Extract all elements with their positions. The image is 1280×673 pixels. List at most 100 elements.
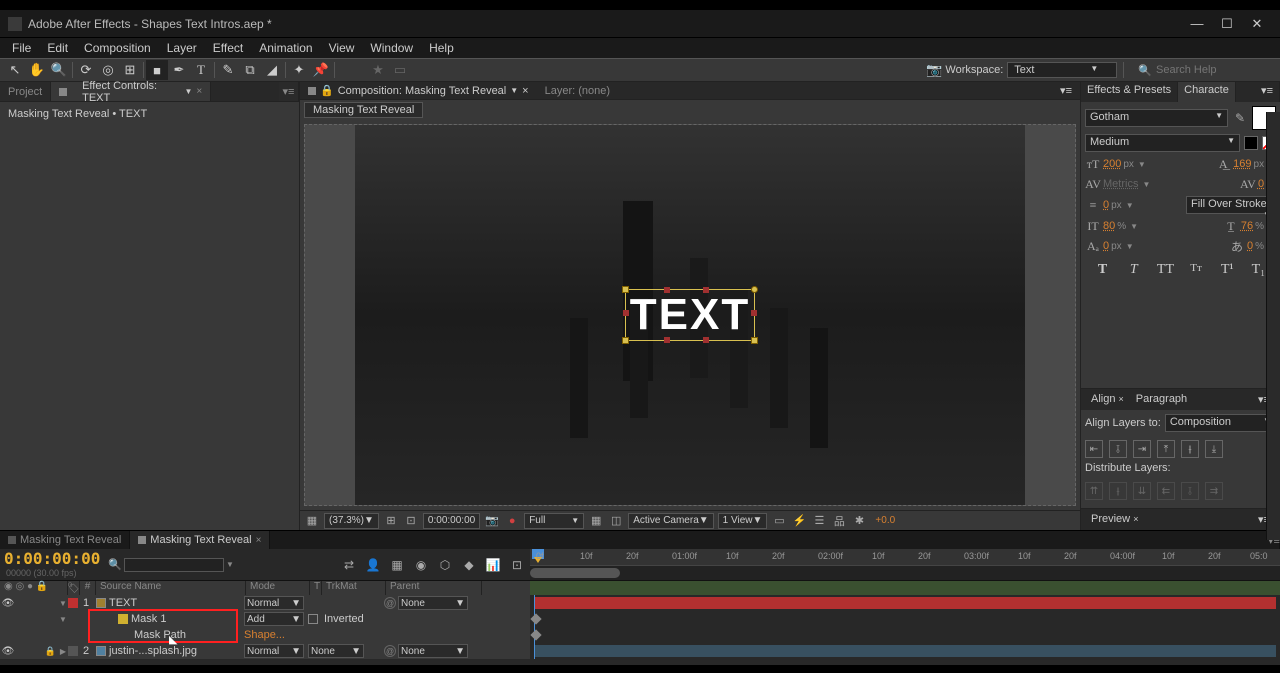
- trkmat-select[interactable]: None▼: [308, 644, 364, 658]
- close-button[interactable]: ✕: [1242, 14, 1272, 34]
- time-navigator[interactable]: [530, 565, 1280, 579]
- roto-tool-icon[interactable]: ✦: [288, 60, 310, 80]
- baseline-value[interactable]: 0: [1103, 240, 1109, 252]
- mask-mode-select[interactable]: Add▼: [244, 612, 304, 626]
- composition-tab[interactable]: 🔒 Composition: Masking Text Reveal ▼ ×: [300, 82, 537, 99]
- close-tab-icon[interactable]: ×: [522, 85, 528, 97]
- menu-composition[interactable]: Composition: [76, 39, 159, 57]
- stroke-width-value[interactable]: 0: [1103, 199, 1109, 211]
- align-vcenter-icon[interactable]: ⫲: [1181, 440, 1199, 458]
- font-family-select[interactable]: Gotham▼: [1085, 109, 1228, 127]
- menu-help[interactable]: Help: [421, 39, 462, 57]
- view-select[interactable]: 1 View ▼: [718, 513, 768, 529]
- menu-view[interactable]: View: [321, 39, 363, 57]
- resolution-select[interactable]: Full▼: [524, 513, 584, 529]
- project-tab[interactable]: Project: [0, 82, 51, 101]
- smallcaps-button[interactable]: Tᴛ: [1188, 262, 1204, 278]
- keyframe-icon[interactable]: [530, 629, 541, 640]
- menu-effect[interactable]: Effect: [205, 39, 251, 57]
- video-switch-icon[interactable]: 👁: [2, 645, 14, 657]
- superscript-button[interactable]: T¹: [1219, 262, 1235, 278]
- left-panel-scrollbar[interactable]: [1266, 112, 1280, 540]
- align-to-select[interactable]: Composition▼: [1165, 414, 1276, 432]
- search-input[interactable]: [1156, 64, 1276, 76]
- always-preview-icon[interactable]: ▦: [304, 513, 320, 529]
- panel-menu-icon[interactable]: ▾≡: [279, 82, 299, 101]
- layer-label[interactable]: [68, 646, 78, 656]
- twirl-icon[interactable]: ▼: [58, 615, 68, 624]
- pickwhip-icon[interactable]: @: [384, 597, 396, 609]
- inverted-checkbox[interactable]: [308, 614, 318, 624]
- composition-viewer[interactable]: TEXT: [304, 124, 1076, 506]
- time-ruler[interactable]: 0f 10f 20f 01:00f 10f 20f 02:00f 10f 20f…: [530, 549, 1280, 565]
- effect-controls-tab[interactable]: Effect Controls: TEXT ▼ ×: [51, 82, 211, 101]
- layer-duration-bar[interactable]: [534, 645, 1276, 657]
- pixel-aspect-icon[interactable]: ▭: [771, 513, 787, 529]
- selection-tool-icon[interactable]: ↖: [4, 60, 26, 80]
- auto-keyframe-icon[interactable]: ◆: [460, 556, 478, 574]
- effects-presets-tab[interactable]: Effects & Presets: [1081, 82, 1178, 102]
- graph-editor-icon[interactable]: 📊: [484, 556, 502, 574]
- star-icon[interactable]: ★: [367, 60, 389, 80]
- vscale-value[interactable]: 80: [1103, 220, 1115, 232]
- layer-label[interactable]: [68, 598, 78, 608]
- align-left-icon[interactable]: ⇤: [1085, 440, 1103, 458]
- align-hcenter-icon[interactable]: ⫱: [1109, 440, 1127, 458]
- trkmat-column[interactable]: TrkMat: [322, 581, 386, 595]
- camera-select[interactable]: Active Camera ▼: [628, 513, 713, 529]
- align-right-icon[interactable]: ⇥: [1133, 440, 1151, 458]
- twirl-icon[interactable]: ▼: [58, 599, 68, 608]
- source-name-column[interactable]: Source Name: [96, 581, 246, 595]
- kerning-value[interactable]: Metrics: [1103, 178, 1138, 190]
- bold-button[interactable]: T: [1095, 262, 1111, 278]
- align-tab[interactable]: Align ×: [1085, 391, 1130, 408]
- panel-menu-icon[interactable]: ▾≡: [1052, 82, 1080, 99]
- comp-button-icon[interactable]: ⇄: [340, 556, 358, 574]
- tracking-value[interactable]: 0: [1258, 178, 1264, 190]
- align-top-icon[interactable]: ⤒: [1157, 440, 1175, 458]
- italic-button[interactable]: T: [1126, 262, 1142, 278]
- twirl-icon[interactable]: ▶: [58, 647, 68, 656]
- layer-tab[interactable]: Layer: (none): [537, 83, 618, 99]
- zoom-level[interactable]: (37.3%) ▼: [324, 513, 379, 529]
- layer-duration-bar[interactable]: [534, 597, 1276, 609]
- hand-tool-icon[interactable]: ✋: [26, 60, 48, 80]
- timeline-search[interactable]: 🔍 ▼: [108, 558, 234, 572]
- stroke-color-swatch[interactable]: [1244, 136, 1258, 150]
- text-layer-bounds[interactable]: TEXT: [625, 289, 755, 341]
- transparency-grid-icon[interactable]: ▦: [588, 513, 604, 529]
- shape-value-link[interactable]: Shape...: [244, 629, 285, 641]
- blend-mode-select[interactable]: Normal▼: [244, 596, 304, 610]
- roi-icon[interactable]: ⊡: [403, 513, 419, 529]
- font-size-value[interactable]: 200: [1103, 158, 1121, 170]
- leading-value[interactable]: 169: [1233, 158, 1251, 170]
- shy-icon[interactable]: 👤: [364, 556, 382, 574]
- eraser-tool-icon[interactable]: ◢: [261, 60, 283, 80]
- reset-exposure-icon[interactable]: ✱: [851, 513, 867, 529]
- exposure-value[interactable]: +0.0: [871, 513, 899, 529]
- tsume-value[interactable]: 0: [1247, 240, 1253, 252]
- blend-mode-select[interactable]: Normal▼: [244, 644, 304, 658]
- brainstorm-icon[interactable]: ⬡: [436, 556, 454, 574]
- puppet-tool-icon[interactable]: 📌: [310, 60, 332, 80]
- folder-icon[interactable]: ▭: [389, 60, 411, 80]
- minimize-button[interactable]: —: [1182, 14, 1212, 34]
- frame-blend-icon[interactable]: ▦: [388, 556, 406, 574]
- brush-tool-icon[interactable]: ✎: [217, 60, 239, 80]
- workspace-select[interactable]: Text▼: [1007, 62, 1117, 78]
- timeline-tab-2[interactable]: Masking Text Reveal×: [130, 531, 270, 549]
- mask-icon[interactable]: ◫: [608, 513, 624, 529]
- draft-3d-icon[interactable]: ⊡: [508, 556, 526, 574]
- text-tool-icon[interactable]: T: [190, 60, 212, 80]
- menu-animation[interactable]: Animation: [251, 39, 320, 57]
- subscript-button[interactable]: T₁: [1250, 262, 1266, 278]
- flowchart-icon[interactable]: 品: [831, 513, 847, 529]
- lock-icon[interactable]: 🔒: [45, 646, 56, 657]
- align-bottom-icon[interactable]: ⤓: [1205, 440, 1223, 458]
- current-timecode[interactable]: 0:00:00:00: [4, 549, 100, 568]
- pan-behind-tool-icon[interactable]: ⊞: [119, 60, 141, 80]
- resolution-icon[interactable]: ⊞: [383, 513, 399, 529]
- clone-tool-icon[interactable]: ⧉: [239, 60, 261, 80]
- fast-preview-icon[interactable]: ⚡: [791, 513, 807, 529]
- av-columns[interactable]: ◉ ◎ ● 🔒: [0, 581, 68, 595]
